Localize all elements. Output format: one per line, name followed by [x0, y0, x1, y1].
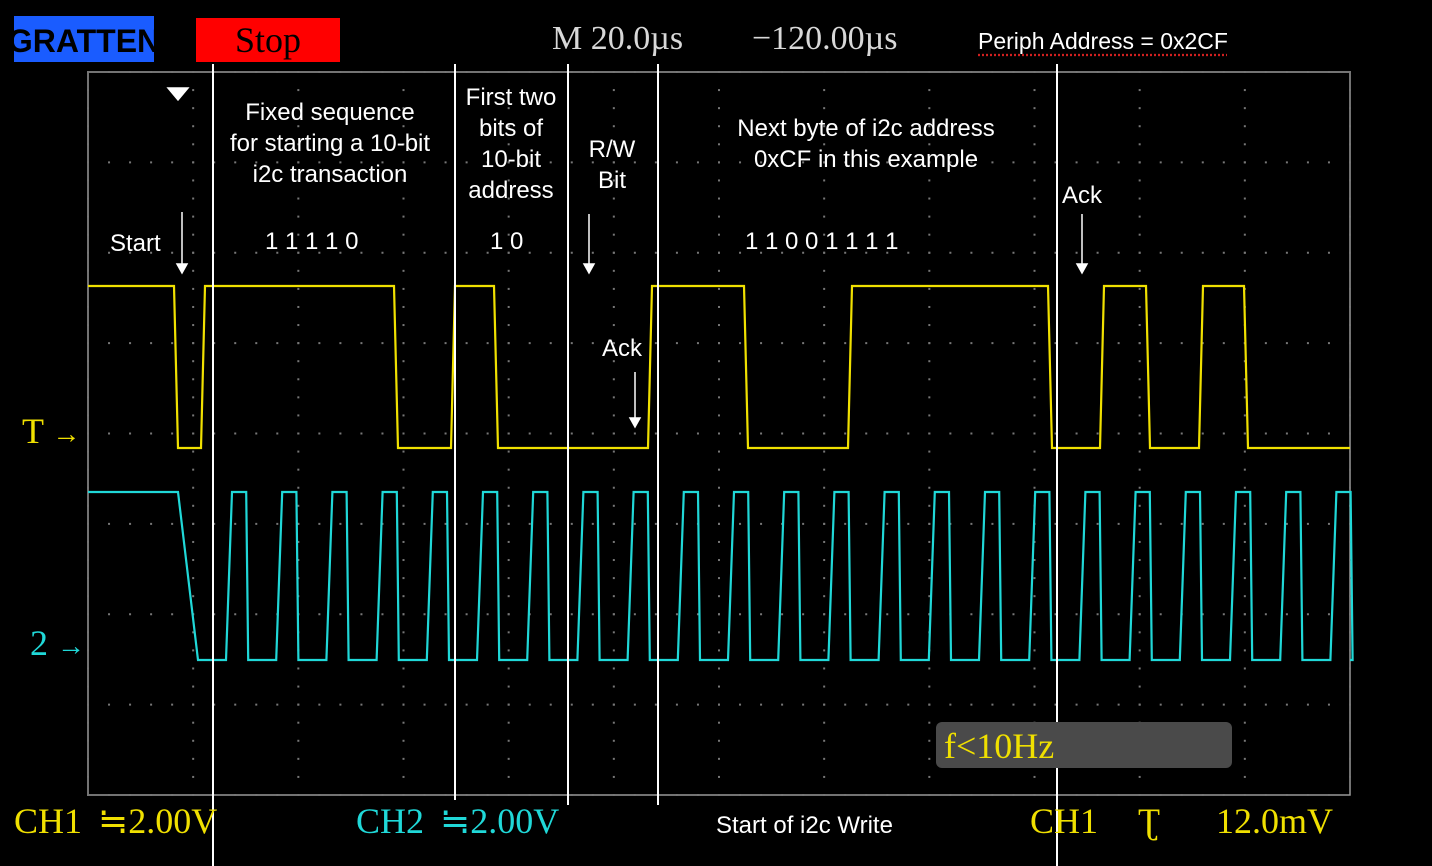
ch2-scale: ≒2.00V	[440, 801, 560, 841]
start-write-label: Start of i2c Write	[716, 812, 893, 839]
ack-label: Ack	[602, 335, 643, 362]
next-byte-bits: 1 1 0 0 1 1 1 1	[745, 228, 899, 255]
trigger-slope-icon: Ʈ	[1138, 801, 1160, 841]
frequency-readout: f<10Hz	[944, 726, 1055, 766]
start-label: Start	[110, 230, 161, 257]
first-two-bits: 1 0	[490, 228, 524, 255]
ch1-waveform	[88, 284, 1350, 450]
ch1-label: CH1	[14, 801, 83, 841]
fixed-sequence-note: Fixed sequence for starting a 10-bit i2c…	[229, 99, 431, 188]
trigger-position-icon	[166, 87, 190, 102]
ch1-marker: T →	[22, 411, 81, 451]
fixed-bits: 1 1 1 1 0	[265, 228, 359, 255]
ack-label: Ack	[1062, 182, 1103, 209]
rw-bit-note: R/W Bit	[588, 136, 636, 194]
ch1-scale: ≒2.00V	[98, 801, 218, 841]
ch2-label: CH2	[356, 801, 425, 841]
trigger-level-readout: 12.0mV	[1216, 801, 1333, 841]
ch2-marker: 2 →	[30, 623, 85, 663]
next-byte-note: Next byte of i2c address 0xCF in this ex…	[737, 115, 995, 173]
first-two-bits-note: First two bits of 10-bit address	[465, 84, 557, 204]
ch2-waveform	[88, 490, 1354, 662]
trigger-source-label: CH1	[1030, 801, 1099, 841]
